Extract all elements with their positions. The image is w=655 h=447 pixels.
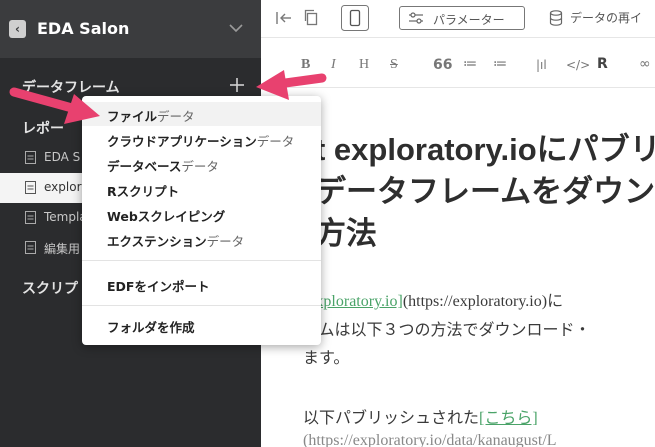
parameters-label: パラメーター xyxy=(433,13,505,27)
copy-icon[interactable] xyxy=(303,9,319,26)
sidebar-item-label: EDA S xyxy=(44,150,81,164)
menu-item-web-scraping[interactable]: Webスクレイピング xyxy=(82,202,321,226)
bullet-list-button[interactable]: ≔ xyxy=(463,56,477,72)
chart-button[interactable]: |ıl xyxy=(536,58,547,72)
format-toolbar: B I H S 66 ≔ ≔ |ıl </> R ∞ xyxy=(261,38,655,88)
document-title-line-3: 方法 xyxy=(315,216,377,251)
quote-button[interactable]: 66 xyxy=(433,57,452,73)
paragraph-line-3: ます。 xyxy=(303,350,350,367)
menu-item-label: エクステンション xyxy=(107,234,207,249)
menu-item-suffix: データ xyxy=(256,134,295,149)
menu-item-label: EDFをインポート xyxy=(107,279,210,294)
paragraph-line-5: (https://exploratory.io/data/kanaugust/L xyxy=(303,432,557,447)
app-name: EDA Salon xyxy=(37,19,130,38)
menu-item-create-folder[interactable]: フォルダを作成 xyxy=(82,313,321,337)
menu-divider xyxy=(82,305,321,306)
menu-item-import-edf[interactable]: EDFをインポート xyxy=(82,272,321,296)
r-code-button[interactable]: R xyxy=(597,56,608,72)
document-title-line-1: t exploratory.ioにパブリ xyxy=(315,132,655,167)
paragraph-line-4: 以下パブリッシュされた[こちら] xyxy=(303,404,538,428)
add-dataframe-icon[interactable] xyxy=(228,76,246,94)
document-icon xyxy=(25,151,36,164)
menu-item-label: データベース xyxy=(107,159,182,174)
document-title-line-2: データフレームをダウン xyxy=(315,174,655,209)
menu-item-label: ファイル xyxy=(107,109,158,124)
menu-item-extension-data[interactable]: エクステンションデータ xyxy=(82,227,321,251)
paragraph-text: (https://exploratory.io)に xyxy=(402,293,564,310)
parameters-button[interactable]: パラメーター xyxy=(399,6,525,30)
menu-item-cloud-app-data[interactable]: クラウドアプリケーションデータ xyxy=(82,127,321,151)
kochira-link[interactable]: [こちら] xyxy=(479,410,538,427)
link-button[interactable]: ∞ xyxy=(639,56,651,72)
code-button[interactable]: </> xyxy=(566,58,590,72)
back-icon[interactable]: ‹ xyxy=(9,20,26,38)
paragraph-line-2: ームは以下３つの方法でダウンロード・ xyxy=(303,322,591,339)
menu-item-label: フォルダを作成 xyxy=(107,320,195,335)
sidebar-item-label: Templa xyxy=(44,210,87,224)
menu-divider xyxy=(82,260,321,261)
menu-item-label: Webスクレイピング xyxy=(107,209,226,224)
reports-section-title: レポー xyxy=(22,121,64,137)
sidebar-item-label: 編集用 xyxy=(44,242,81,256)
sliders-icon xyxy=(409,12,423,24)
menu-item-r-script[interactable]: Rスクリプト xyxy=(82,177,321,201)
document-icon xyxy=(25,181,36,194)
rerun-data-button[interactable]: データの再イ xyxy=(570,9,642,26)
menu-item-database-data[interactable]: データベースデータ xyxy=(82,152,321,176)
add-dataframe-menu: ファイルデータ クラウドアプリケーションデータ データベースデータ Rスクリプト… xyxy=(82,96,321,345)
menu-item-file-data[interactable]: ファイルデータ xyxy=(82,102,321,126)
database-icon xyxy=(549,10,563,26)
document-icon xyxy=(25,241,36,254)
italic-button[interactable]: I xyxy=(331,57,336,73)
scripts-section-title: スクリプ xyxy=(22,281,78,297)
menu-item-label: Rスクリプト xyxy=(107,184,180,199)
sidebar-header: ‹ EDA Salon xyxy=(0,0,261,58)
menu-item-label: クラウドアプリケーション xyxy=(107,134,257,149)
bold-button[interactable]: B xyxy=(301,57,310,73)
chevron-down-icon[interactable] xyxy=(226,18,246,38)
paragraph-line-1: [exploratory.io](https://exploratory.io)… xyxy=(303,287,563,311)
menu-item-suffix: データ xyxy=(157,109,195,124)
dataframes-section-title: データフレーム xyxy=(22,80,120,96)
strikethrough-button[interactable]: S xyxy=(390,57,398,73)
mobile-preview-icon[interactable] xyxy=(341,5,369,31)
collapse-sidebar-icon[interactable] xyxy=(275,10,293,26)
numbered-list-button[interactable]: ≔ xyxy=(493,56,507,72)
menu-item-suffix: データ xyxy=(206,234,245,249)
heading-button[interactable]: H xyxy=(359,57,369,73)
paragraph-text: 以下パブリッシュされた xyxy=(303,410,480,427)
top-toolbar: パラメーター データの再イ xyxy=(261,0,655,38)
document-icon xyxy=(25,211,36,224)
menu-item-suffix: データ xyxy=(181,159,219,174)
